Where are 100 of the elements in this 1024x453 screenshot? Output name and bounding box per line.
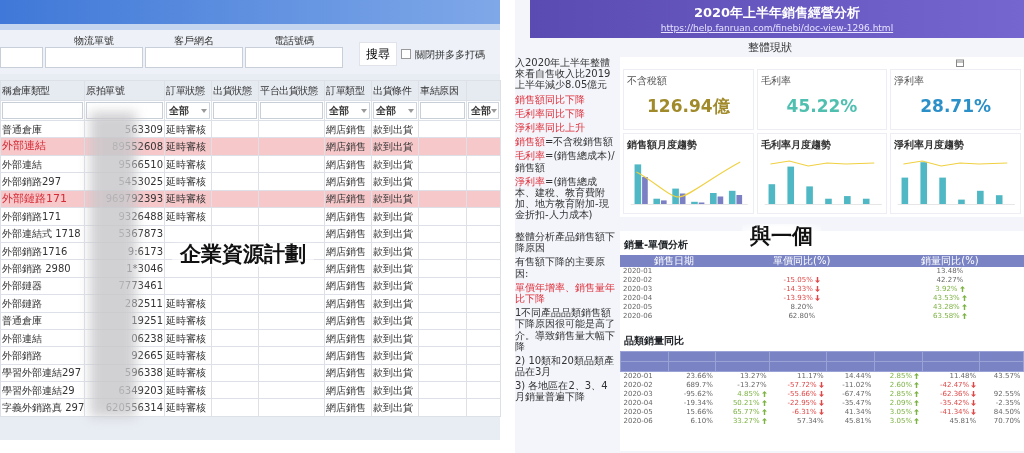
table-cell: 普通倉庫 <box>2 315 42 327</box>
input-field[interactable] <box>145 47 243 68</box>
kpi-label: 毛利率 <box>760 74 792 88</box>
table-cell: 款到出貨 <box>373 123 413 135</box>
column-header[interactable]: 平台出貨狀態 <box>258 80 325 101</box>
note-text: 3) 各地區在2、3、4月銷量普遍下降 <box>515 380 609 403</box>
chart-title: 淨利率月度趨勢 <box>894 137 966 152</box>
table-cell: 網店銷售 <box>326 123 366 135</box>
table-cell: 外部鏈路 <box>2 297 42 309</box>
filter-dropdown[interactable]: 全部 <box>166 102 210 119</box>
section-title: 整體現狀 <box>746 40 793 56</box>
table-cell: 延時審核 <box>166 175 206 187</box>
table-title: 銷量-單價分析 <box>624 239 689 250</box>
chart-title: 毛利率月度趨勢 <box>760 137 832 152</box>
filter-dropdown[interactable]: 全部 <box>326 102 370 119</box>
table-cell: 款到出貨 <box>373 280 413 292</box>
table-cell-text: 92665 <box>130 349 163 363</box>
table-cell: 延時審核 <box>166 350 206 361</box>
table-cell: 款到出貨 <box>373 297 413 309</box>
input-field[interactable] <box>245 47 343 68</box>
kpi-value: 45.22% <box>785 95 859 118</box>
note-text: 淨利率同比上升 <box>515 121 586 134</box>
note-text: 淨利率=(銷售總成本、建稅、教育費附加、地方教育附加-現金折扣-人力成本) <box>515 175 610 221</box>
filter-field[interactable] <box>260 102 323 119</box>
table-cell: 延時審核 <box>166 384 206 396</box>
help-link[interactable]: https://help.fanruan.com/finebi/doc-view-1296.html <box>660 22 894 36</box>
table-cell: 外部銷路171 <box>2 210 62 222</box>
column-header[interactable]: 出貨條件 <box>371 80 419 101</box>
table-cell: 款到出貨 <box>373 367 413 379</box>
field-label: 物流單號 <box>74 34 114 47</box>
caret-icon <box>408 108 414 113</box>
table-cell: 延時審核 <box>166 297 206 309</box>
table-cell: 網店銷售 <box>326 332 366 344</box>
note-text: 入2020年上半年整體來看自售收入比2019上半年減少8.05億元 <box>515 57 612 91</box>
table-cell-text: 596338 <box>123 366 163 381</box>
table-cell: 外部銷路 <box>2 350 42 361</box>
table-cell: 款到出貨 <box>373 315 413 327</box>
table-cell: 延時審核 <box>166 141 206 153</box>
table-cell: 延時審核 <box>166 315 206 327</box>
table-cell: 網店銷售 <box>326 141 366 153</box>
input-field[interactable] <box>0 47 43 68</box>
column-header[interactable]: 出貨狀態 <box>211 80 259 101</box>
table-cell: 網店銷售 <box>326 402 366 414</box>
table-cell: 延時審核 <box>166 210 206 222</box>
calendar-icon[interactable] <box>956 59 964 67</box>
column-header[interactable]: 原拍單號 <box>84 80 165 101</box>
input-field[interactable] <box>45 47 143 68</box>
filter-field[interactable] <box>420 102 465 119</box>
checkbox-label: 關閉拼多多打碼 <box>415 47 485 62</box>
table-cell: 延時審核 <box>166 158 206 170</box>
note-text: 有售額下降的主要原因: <box>515 256 606 279</box>
table-cell: 普通倉庫 <box>2 123 42 135</box>
table-cell: 延時審核 <box>166 193 206 205</box>
filter-dropdown[interactable]: 全部 <box>373 102 417 119</box>
note-text: 毛利率=(銷售總成本)/銷售額 <box>515 150 616 173</box>
table-cell-text: 9:6173 <box>126 244 163 259</box>
table-cell: 延時審核 <box>166 402 206 414</box>
table-cell: 外部鏈器 <box>2 280 42 292</box>
kpi-value: 126.94億 <box>646 95 731 118</box>
kpi-label: 淨利率 <box>894 74 926 88</box>
note-text: 毛利率同比下降 <box>515 107 586 119</box>
dropdown-value: 全部 <box>376 104 396 118</box>
column-header[interactable]: 銷售日期 <box>620 255 728 267</box>
field-label: 客戶網名 <box>174 34 214 47</box>
filter-field[interactable] <box>213 102 257 119</box>
column-header[interactable]: 車結原因 <box>418 80 467 101</box>
filter-field[interactable] <box>2 102 83 119</box>
table-cell: 款到出貨 <box>373 263 413 275</box>
table-cell: 外部連結 <box>2 158 42 170</box>
table-cell: 學習外部連結297 <box>2 367 82 379</box>
table-cell: 網店銷售 <box>326 175 366 187</box>
filter-dropdown[interactable]: 全部 <box>468 102 499 119</box>
table-cell-text: 563309 <box>123 122 163 137</box>
table-cell: 網店銷售 <box>326 384 366 396</box>
table-cell: 延時審核 <box>166 367 206 379</box>
table-cell: 學習外部連結29 <box>2 384 75 396</box>
table-cell: 外部銷路 2980 <box>2 263 71 275</box>
checkbox[interactable] <box>401 49 411 59</box>
table-cell: 網店銷售 <box>326 228 366 240</box>
table-cell: 款到出貨 <box>373 210 413 222</box>
table-cell: 外部連結式 1718 <box>2 228 81 240</box>
table-cell: 款到出貨 <box>373 158 413 170</box>
search-button[interactable]: 搜尋 <box>359 42 397 66</box>
column-header[interactable]: 稱倉庫類型 <box>0 80 85 101</box>
column-header[interactable]: 銷量同比(%) <box>875 255 1024 267</box>
table-cell: 外部連結 <box>2 139 46 153</box>
column-header[interactable]: 單價同比(%) <box>727 255 876 267</box>
table-cell: 外部連結 <box>2 332 42 344</box>
column-header[interactable]: 訂單類型 <box>324 80 372 101</box>
table-cell: 款到出貨 <box>373 332 413 344</box>
dashboard-title: 2020年上半年銷售經營分析 <box>693 3 861 22</box>
caption-text: 與一個 <box>742 224 821 249</box>
table-cell-text: 19251 <box>130 314 163 329</box>
column-header[interactable]: 訂單狀態 <box>164 80 212 101</box>
field-label: 電話號碼 <box>274 34 314 47</box>
dropdown-value: 全部 <box>169 104 189 118</box>
caret-icon <box>201 108 207 113</box>
table-cell: 網店銷售 <box>326 367 366 379</box>
table-cell: 款到出貨 <box>373 228 413 240</box>
kpi-value: 28.71% <box>919 95 993 118</box>
